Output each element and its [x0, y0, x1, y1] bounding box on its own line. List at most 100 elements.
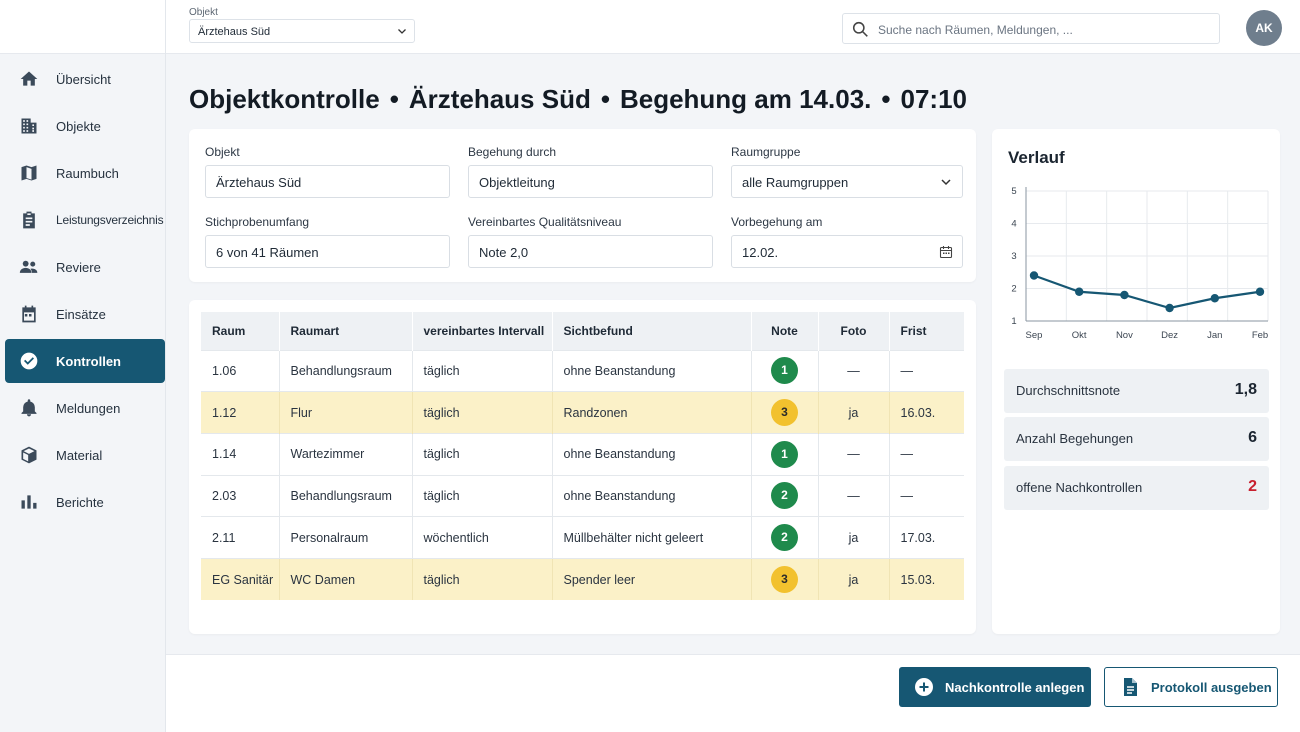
cell-foto: — — [818, 474, 890, 517]
button-label: Protokoll ausgeben — [1151, 679, 1272, 695]
sidebar-item-material[interactable]: Material — [5, 433, 165, 477]
table-row[interactable]: 1.14 Wartezimmer täglich ohne Beanstandung 1… — [201, 432, 964, 476]
chevron-down-icon — [398, 29, 406, 34]
stat-label: Anzahl Begehungen — [1016, 431, 1134, 446]
col-header-sichtbefund[interactable]: Sichtbefund — [552, 312, 752, 350]
stichprobe-field[interactable]: 6 von 41 Räumen — [205, 235, 450, 268]
cell-raum: 1.06 — [201, 349, 280, 392]
avatar[interactable]: AK — [1246, 10, 1282, 46]
cell-intervall: täglich — [412, 349, 553, 392]
data-point — [1120, 290, 1129, 300]
cell-foto: — — [818, 349, 890, 392]
niveau-field[interactable]: Note 2,0 — [468, 235, 713, 268]
objekt-field[interactable]: Ärztehaus Süd — [205, 165, 450, 198]
table-row[interactable]: 1.12 Flur täglich Randzonen 3 ja 16.03. — [201, 391, 964, 434]
sidebar-header — [0, 0, 165, 54]
sidebar-item-label: Kontrollen — [56, 353, 121, 369]
title-separator: • — [600, 84, 610, 114]
sidebar-item-leistungsverzeichnis[interactable]: Leistungsverzeichnis — [5, 198, 165, 242]
calendar-icon — [939, 246, 953, 259]
object-select-label: Objekt — [189, 7, 218, 18]
sidebar-nav: Übersicht Objekte Raumbuch Leistungsverz… — [0, 54, 166, 527]
sidebar-item-kontrollen[interactable]: Kontrollen — [5, 339, 165, 383]
col-header-raumart[interactable]: Raumart — [279, 312, 413, 350]
home-icon — [19, 69, 39, 89]
page-title: Objektkontrolle • Ärztehaus Süd • Begehung a… — [189, 84, 967, 115]
inspection-table: Raum Raumart vereinbartes Intervall Sich… — [201, 312, 964, 601]
note-badge: 1 — [771, 357, 798, 385]
plus-circle-icon — [915, 678, 933, 696]
table-row[interactable]: 2.11 Personalraum wöchentlich Müllbehälter … — [201, 516, 964, 559]
cell-foto: ja — [818, 516, 890, 559]
cell-note: 1 — [751, 432, 819, 476]
clipboard-icon — [19, 210, 39, 230]
sidebar-item-reviere[interactable]: Reviere — [5, 245, 165, 289]
search-icon — [852, 21, 868, 37]
top-bar: Objekt Ärztehaus Süd Suche nach Räumen, … — [166, 0, 1300, 54]
sidebar-item-label: Material — [56, 447, 103, 463]
stat-offene-nachkontrollen[interactable]: offene Nachkontrollen 2 — [1004, 466, 1269, 510]
sidebar-item-raumbuch[interactable]: Raumbuch — [5, 151, 165, 195]
note-badge: 2 — [771, 482, 798, 510]
stat-anzahl-begehungen: Anzahl Begehungen 6 — [1004, 417, 1269, 461]
cell-foto: ja — [818, 391, 890, 434]
sidebar-item-label: Objekte — [56, 118, 101, 134]
map-icon — [19, 163, 39, 183]
stat-value: 6 — [1248, 429, 1257, 446]
search-placeholder: Suche nach Räumen, Meldungen, ... — [878, 23, 1073, 37]
verlauf-title: Verlauf — [1008, 148, 1065, 167]
col-header-intervall[interactable]: vereinbartes Intervall — [412, 312, 553, 350]
cell-raumart: Behandlungsraum — [279, 474, 413, 517]
sidebar-item-label: Reviere — [56, 259, 101, 275]
col-header-foto[interactable]: Foto — [818, 312, 890, 350]
sidebar-item-label: Meldungen — [56, 400, 121, 416]
protokoll-ausgeben-button[interactable]: Protokoll ausgeben — [1104, 667, 1278, 707]
raumgruppe-select[interactable]: alle Raumgruppen — [731, 165, 963, 198]
cell-frist: — — [889, 474, 964, 517]
button-label: Nachkontrolle anlegen — [945, 679, 1085, 695]
col-header-raum[interactable]: Raum — [201, 312, 280, 350]
y-tick-label: 1 — [1011, 316, 1016, 327]
bar-chart-icon — [19, 492, 39, 512]
y-tick-label: 4 — [1011, 219, 1016, 230]
object-select[interactable]: Ärztehaus Süd — [189, 19, 415, 43]
sidebar-item-uebersicht[interactable]: Übersicht — [5, 57, 165, 101]
table-row[interactable]: 2.03 Behandlungsraum täglich ohne Beanstand… — [201, 474, 964, 517]
stat-value: 2 — [1248, 478, 1257, 495]
chevron-down-icon — [941, 179, 951, 186]
begehung-field[interactable]: Objektleitung — [468, 165, 713, 198]
data-point — [1075, 287, 1084, 296]
sidebar-item-berichte[interactable]: Berichte — [5, 480, 165, 524]
sidebar-item-label: Berichte — [56, 494, 104, 510]
sidebar-item-objekte[interactable]: Objekte — [5, 104, 165, 148]
table-row[interactable]: 1.06 Behandlungsraum täglich ohne Beanstand… — [201, 349, 964, 392]
col-header-frist[interactable]: Frist — [889, 312, 964, 350]
sidebar-item-einsaetze[interactable]: Einsätze — [5, 292, 165, 336]
search-input[interactable]: Suche nach Räumen, Meldungen, ... — [842, 13, 1220, 44]
cell-raum: 1.12 — [201, 391, 280, 434]
begehung-label: Begehung durch — [468, 145, 557, 159]
table-row[interactable]: EG Sanitär WC Damen täglich Spender leer 3 ja… — [201, 557, 964, 601]
cell-raumart: Flur — [279, 391, 413, 434]
col-header-note[interactable]: Note — [751, 312, 819, 350]
nachkontrolle-anlegen-button[interactable]: Nachkontrolle anlegen — [899, 667, 1091, 707]
stat-label: offene Nachkontrollen — [1016, 480, 1143, 495]
cell-sichtbefund: ohne Beanstandung — [552, 474, 752, 517]
note-badge: 1 — [771, 440, 798, 468]
cell-frist: 17.03. — [889, 516, 964, 559]
object-select-value: Ärztehaus Süd — [198, 26, 271, 38]
cell-intervall: täglich — [412, 391, 553, 434]
vorbegehung-field[interactable]: 12.02. — [731, 235, 963, 268]
filter-panel: Objekt Ärztehaus Süd Begehung durch Obje… — [189, 129, 976, 282]
x-tick-label: Okt — [1072, 330, 1087, 341]
x-tick-label: Nov — [1116, 330, 1133, 341]
sidebar-item-meldungen[interactable]: Meldungen — [5, 386, 165, 430]
x-tick-label: Feb — [1252, 330, 1268, 341]
cell-sichtbefund: ohne Beanstandung — [552, 349, 752, 392]
cell-foto: — — [818, 432, 890, 476]
title-part-zeit: 07:10 — [900, 84, 967, 114]
stichprobe-label: Stichprobenumfang — [205, 215, 310, 229]
x-tick-label: Jan — [1207, 330, 1222, 341]
sidebar: Übersicht Objekte Raumbuch Leistungsverz… — [0, 0, 166, 732]
action-footer: Nachkontrolle anlegen Protokoll ausgeben — [166, 654, 1300, 732]
